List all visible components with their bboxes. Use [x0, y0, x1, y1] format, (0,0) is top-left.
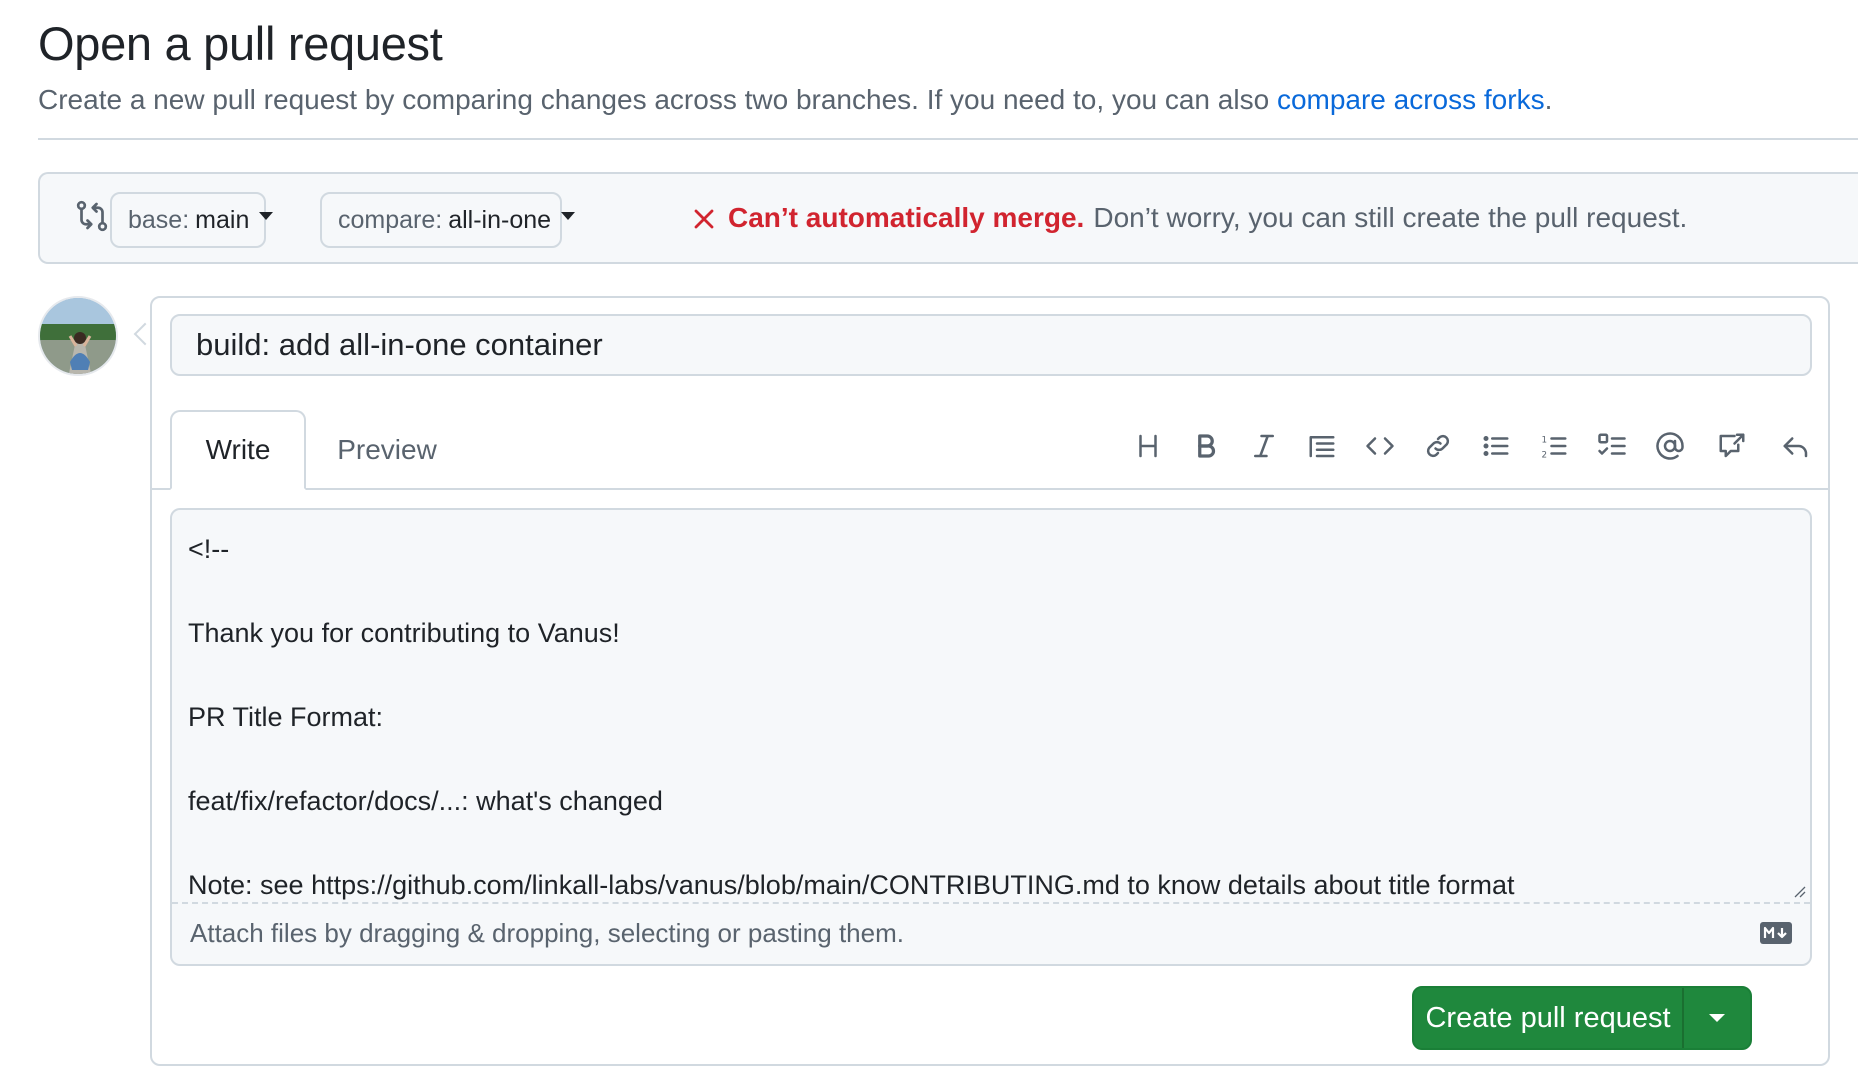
- pull-request-form: Write Preview 12: [150, 296, 1830, 1066]
- branch-range-bar: base: main compare: all-in-one Can’t aut…: [38, 172, 1858, 264]
- base-branch-value: main: [195, 205, 250, 234]
- quote-icon[interactable]: [1302, 426, 1342, 466]
- pr-body-line: [188, 654, 1788, 696]
- subtitle-end: .: [1544, 84, 1553, 115]
- chevron-down-icon: [1709, 1014, 1725, 1022]
- create-pull-request-button-group: Create pull request: [1412, 986, 1752, 1050]
- compare-across-forks-link[interactable]: compare across forks: [1277, 84, 1545, 115]
- svg-text:2: 2: [1542, 450, 1548, 460]
- italic-icon[interactable]: [1244, 426, 1284, 466]
- chevron-down-icon: [561, 212, 576, 220]
- base-label: base:: [128, 205, 190, 234]
- cross-reference-icon[interactable]: [1712, 426, 1752, 466]
- page-title: Open a pull request: [38, 17, 443, 70]
- pr-body-line: [188, 822, 1788, 864]
- pr-body-line: feat/fix/refactor/docs/...: what's chang…: [188, 786, 663, 816]
- pr-title-input[interactable]: [170, 314, 1812, 376]
- mention-icon[interactable]: [1650, 426, 1690, 466]
- markdown-toolbar: 12: [1110, 426, 1816, 466]
- tab-preview[interactable]: Preview: [322, 410, 452, 490]
- compare-branch-value: all-in-one: [448, 205, 552, 234]
- code-icon[interactable]: [1360, 426, 1400, 466]
- pr-body-line: Thank you for contributing to Vanus!: [188, 618, 620, 648]
- task-list-icon[interactable]: [1592, 426, 1632, 466]
- header-divider: [38, 138, 1858, 140]
- merge-error-text: Can’t automatically merge.: [728, 202, 1085, 233]
- tab-divider: [152, 488, 1828, 490]
- merge-status: Can’t automatically merge. Don’t worry, …: [692, 202, 1687, 234]
- link-icon[interactable]: [1418, 426, 1458, 466]
- svg-text:1: 1: [1542, 435, 1548, 445]
- unordered-list-icon[interactable]: [1476, 426, 1516, 466]
- resize-handle-icon[interactable]: [1792, 884, 1806, 898]
- merge-info-text: Don’t worry, you can still create the pu…: [1093, 202, 1688, 233]
- compare-branch-select[interactable]: compare: all-in-one: [320, 192, 576, 248]
- pr-body-line: [188, 738, 1788, 780]
- tab-write[interactable]: Write: [170, 410, 306, 490]
- heading-icon[interactable]: [1128, 426, 1168, 466]
- pr-body-line: <!--: [188, 534, 230, 564]
- subtitle-text: Create a new pull request by comparing c…: [38, 84, 1277, 115]
- create-options-dropdown[interactable]: [1684, 988, 1750, 1048]
- attach-files-text: Attach files by dragging & dropping, sel…: [190, 918, 904, 948]
- pr-body-content[interactable]: <!-- Thank you for contributing to Vanus!…: [188, 528, 1788, 906]
- avatar[interactable]: [38, 296, 118, 376]
- bold-icon[interactable]: [1186, 426, 1226, 466]
- git-compare-icon: [74, 198, 110, 234]
- pr-body-textarea[interactable]: <!-- Thank you for contributing to Vanus!…: [170, 508, 1812, 966]
- markdown-icon[interactable]: [1760, 922, 1792, 944]
- ordered-list-icon[interactable]: 12: [1534, 426, 1574, 466]
- chevron-down-icon: [259, 212, 274, 220]
- create-pull-request-button[interactable]: Create pull request: [1414, 988, 1684, 1048]
- attach-files-bar[interactable]: Attach files by dragging & dropping, sel…: [172, 902, 1810, 964]
- reply-icon[interactable]: [1776, 426, 1816, 466]
- base-branch-select[interactable]: base: main: [110, 192, 274, 248]
- page-subtitle: Create a new pull request by comparing c…: [38, 84, 1552, 116]
- pr-body-line: [188, 570, 1788, 612]
- pr-body-line: Note: see https://github.com/linkall-lab…: [188, 870, 1515, 900]
- pr-body-line: PR Title Format:: [188, 702, 384, 732]
- x-icon: [692, 206, 716, 230]
- compare-label: compare:: [338, 205, 443, 234]
